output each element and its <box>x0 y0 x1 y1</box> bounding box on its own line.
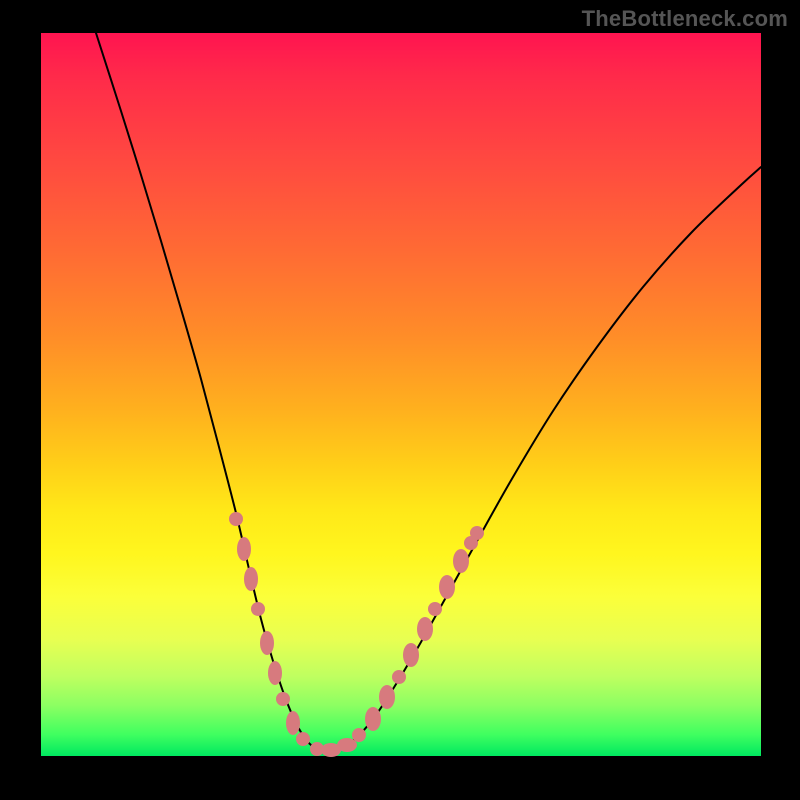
data-marker <box>453 549 469 573</box>
data-marker <box>379 685 395 709</box>
data-marker <box>392 670 406 684</box>
data-marker <box>286 711 300 735</box>
data-marker <box>470 526 484 540</box>
data-marker <box>276 692 290 706</box>
data-marker <box>365 707 381 731</box>
data-marker <box>244 567 258 591</box>
chart-stage: TheBottleneck.com <box>0 0 800 800</box>
watermark-text: TheBottleneck.com <box>582 6 788 32</box>
bottleneck-curve <box>96 33 761 751</box>
data-marker <box>403 643 419 667</box>
data-marker <box>237 537 251 561</box>
data-marker <box>268 661 282 685</box>
data-marker <box>352 728 366 742</box>
data-marker <box>439 575 455 599</box>
data-marker <box>296 732 310 746</box>
data-marker <box>337 738 357 752</box>
data-marker <box>251 602 265 616</box>
marker-group <box>229 512 484 757</box>
data-marker <box>260 631 274 655</box>
data-marker <box>229 512 243 526</box>
data-marker <box>428 602 442 616</box>
curve-overlay <box>41 33 761 756</box>
data-marker <box>417 617 433 641</box>
